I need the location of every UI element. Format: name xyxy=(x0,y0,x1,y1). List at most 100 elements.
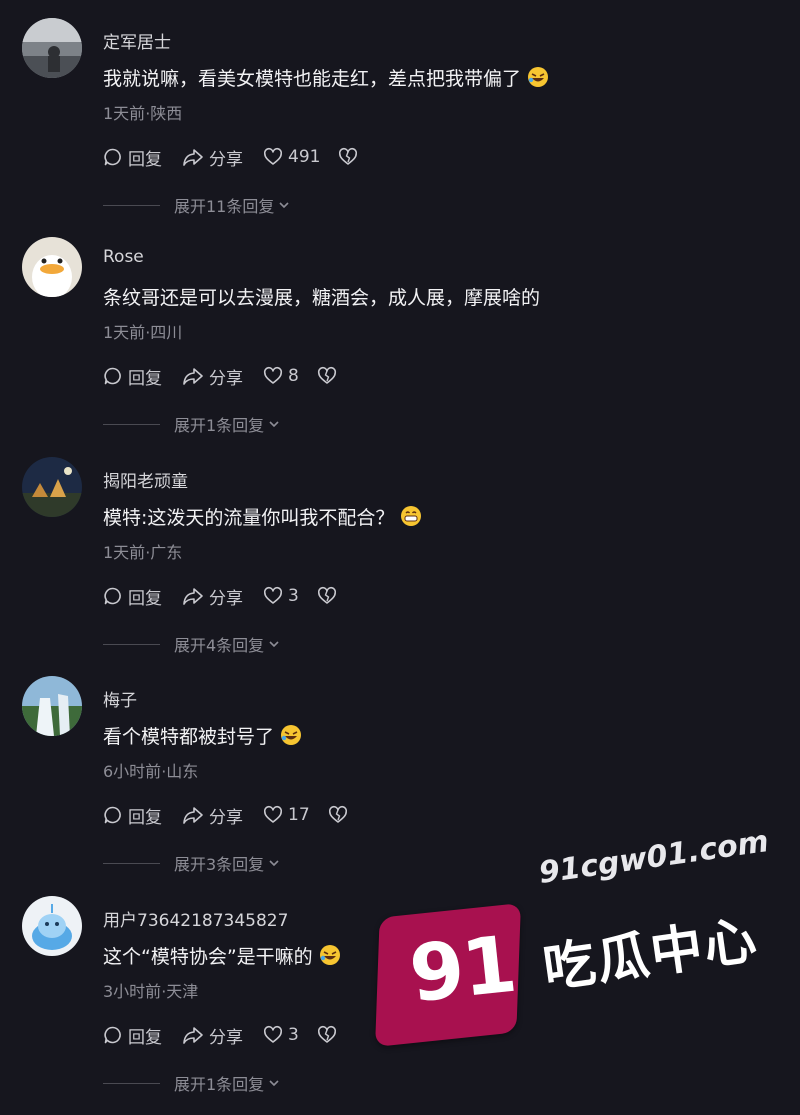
like-button[interactable]: 17 xyxy=(263,805,310,825)
like-button[interactable]: 8 xyxy=(263,366,299,386)
share-icon xyxy=(183,1027,203,1044)
comment-location: 天津 xyxy=(166,982,199,1001)
username[interactable]: Rose xyxy=(103,247,144,267)
heart-icon xyxy=(263,1025,283,1043)
comment-text-content: 条纹哥还是可以去漫展，糖酒会，成人展，摩展啥的 xyxy=(103,287,541,309)
share-label: 分享 xyxy=(209,807,243,828)
heart-icon xyxy=(263,366,283,384)
dislike-button[interactable] xyxy=(317,586,337,606)
reply-label: 回复 xyxy=(128,588,162,609)
comment-time: 1天前 xyxy=(103,104,146,123)
share-button[interactable]: 分享 xyxy=(182,364,243,389)
share-label: 分享 xyxy=(209,588,243,609)
rofl-emoji-icon xyxy=(319,944,341,971)
share-button[interactable]: 分享 xyxy=(182,1023,243,1048)
comment-location: 广东 xyxy=(150,543,183,562)
broken-heart-icon xyxy=(317,1025,336,1043)
reply-icon xyxy=(104,1026,121,1044)
expand-replies-label: 展开11条回复 xyxy=(174,197,275,216)
like-button[interactable]: 491 xyxy=(263,147,320,167)
like-button[interactable]: 3 xyxy=(263,1025,299,1045)
reply-icon xyxy=(104,806,121,824)
comment-actions: 回复 分享 3 xyxy=(103,582,337,610)
divider-line xyxy=(103,862,160,864)
share-button[interactable]: 分享 xyxy=(182,145,243,170)
comment-item: 揭阳老顽童 模特:这泼天的流量你叫我不配合？ 1天前·广东 回复 分享 3 展开… xyxy=(0,439,800,659)
comment-location: 陕西 xyxy=(150,104,183,123)
avatar[interactable] xyxy=(22,457,82,517)
reply-button[interactable]: 回复 xyxy=(103,145,162,170)
comment-text: 看个模特都被封号了 xyxy=(103,722,302,751)
broken-heart-icon xyxy=(339,147,358,165)
comment-item: 定军居士 我就说嘛，看美女模特也能走红，差点把我带偏了 1天前·陕西 回复 分享… xyxy=(0,0,800,220)
expand-replies-button[interactable]: 展开1条回复 xyxy=(103,413,281,435)
expand-replies-label: 展开1条回复 xyxy=(174,416,265,435)
like-count: 491 xyxy=(288,147,321,167)
avatar[interactable] xyxy=(22,18,82,78)
rofl-emoji-icon xyxy=(527,66,549,93)
username[interactable]: 梅子 xyxy=(103,686,137,711)
chevron-down-icon xyxy=(269,860,279,867)
heart-icon xyxy=(263,147,283,165)
username[interactable]: 定军居士 xyxy=(103,28,171,53)
comment-location: 山东 xyxy=(166,762,199,781)
chevron-down-icon xyxy=(269,1080,279,1087)
username[interactable]: 用户73642187345827 xyxy=(103,906,288,931)
share-button[interactable]: 分享 xyxy=(182,584,243,609)
watermark-number: 91 xyxy=(405,919,519,1021)
reply-button[interactable]: 回复 xyxy=(103,584,162,609)
like-count: 3 xyxy=(288,1025,299,1045)
comment-actions: 回复 分享 3 xyxy=(103,1021,337,1049)
comment-time: 3小时前 xyxy=(103,982,162,1001)
comment-actions: 回复 分享 8 xyxy=(103,362,337,390)
watermark: 91 91cgw01.com 吃瓜中心 xyxy=(370,820,790,1060)
share-icon xyxy=(183,368,203,385)
heart-icon xyxy=(263,586,283,604)
rofl-emoji-icon xyxy=(280,724,302,751)
comment-text-content: 看个模特都被封号了 xyxy=(103,726,275,748)
expand-replies-label: 展开3条回复 xyxy=(174,855,265,874)
share-label: 分享 xyxy=(209,368,243,389)
broken-heart-icon xyxy=(317,366,336,384)
share-button[interactable]: 分享 xyxy=(182,803,243,828)
divider-line xyxy=(103,643,160,645)
divider-line xyxy=(103,423,160,425)
reply-label: 回复 xyxy=(128,807,162,828)
reply-icon xyxy=(104,587,121,605)
share-icon xyxy=(183,149,203,166)
expand-replies-button[interactable]: 展开11条回复 xyxy=(103,194,291,216)
comment-meta: 1天前·广东 xyxy=(103,539,182,563)
divider-line xyxy=(103,1082,160,1084)
like-count: 3 xyxy=(288,586,299,606)
watermark-url: 91cgw01.com xyxy=(536,824,771,891)
dislike-button[interactable] xyxy=(317,1025,337,1045)
comment-meta: 1天前·四川 xyxy=(103,319,182,343)
comment-time: 1天前 xyxy=(103,323,146,342)
reply-button[interactable]: 回复 xyxy=(103,803,162,828)
comment-actions: 回复 分享 491 xyxy=(103,143,358,171)
comment-text: 我就说嘛，看美女模特也能走红，差点把我带偏了 xyxy=(103,64,549,93)
reply-icon xyxy=(104,148,121,166)
username[interactable]: 揭阳老顽童 xyxy=(103,467,188,492)
dislike-button[interactable] xyxy=(338,147,358,167)
share-icon xyxy=(183,588,203,605)
avatar[interactable] xyxy=(22,237,82,297)
like-count: 8 xyxy=(288,366,299,386)
expand-replies-button[interactable]: 展开3条回复 xyxy=(103,852,281,874)
expand-replies-button[interactable]: 展开4条回复 xyxy=(103,633,281,655)
comment-text: 条纹哥还是可以去漫展，糖酒会，成人展，摩展啥的 xyxy=(103,283,540,310)
expand-replies-button[interactable]: 展开1条回复 xyxy=(103,1072,281,1094)
dislike-button[interactable] xyxy=(328,805,348,825)
like-button[interactable]: 3 xyxy=(263,586,299,606)
dislike-button[interactable] xyxy=(317,366,337,386)
reply-button[interactable]: 回复 xyxy=(103,1023,162,1048)
comment-text: 这个“模特协会”是干嘛的 xyxy=(103,942,341,971)
comment-item: Rose 条纹哥还是可以去漫展，糖酒会，成人展，摩展啥的 1天前·四川 回复 分… xyxy=(0,219,800,439)
like-count: 17 xyxy=(288,805,310,825)
broken-heart-icon xyxy=(328,805,347,823)
reply-label: 回复 xyxy=(128,149,162,170)
avatar[interactable] xyxy=(22,676,82,736)
avatar[interactable] xyxy=(22,896,82,956)
reply-button[interactable]: 回复 xyxy=(103,364,162,389)
share-label: 分享 xyxy=(209,149,243,170)
